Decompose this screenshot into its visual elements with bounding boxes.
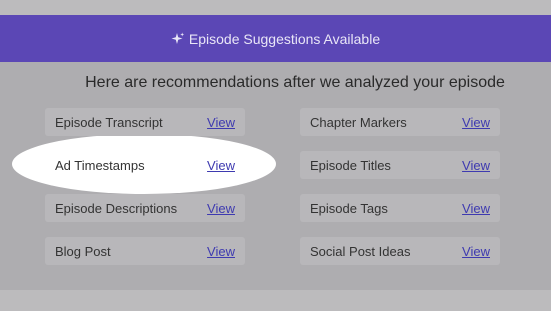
suggestion-card-social-post-ideas: Social Post Ideas View [300, 237, 500, 265]
view-link[interactable]: View [462, 244, 490, 259]
suggestion-label: Ad Timestamps [55, 157, 145, 173]
view-link[interactable]: View [462, 201, 490, 216]
suggestions-banner: Episode Suggestions Available [0, 15, 551, 62]
suggestion-label: Episode Tags [310, 200, 388, 216]
suggestion-card-ad-timestamps: Ad Timestamps View [45, 151, 245, 179]
suggestion-card-episode-descriptions: Episode Descriptions View [45, 194, 245, 222]
view-link[interactable]: View [207, 201, 235, 216]
view-link[interactable]: View [462, 115, 490, 130]
suggestion-label: Chapter Markers [310, 114, 407, 130]
suggestion-label: Social Post Ideas [310, 243, 411, 259]
suggestion-label: Episode Descriptions [55, 200, 178, 216]
suggestion-label: Episode Transcript [55, 114, 163, 130]
suggestion-label: Blog Post [55, 243, 111, 259]
suggestion-label: Episode Titles [310, 157, 391, 173]
view-link[interactable]: View [207, 115, 235, 130]
panel-subtitle: Here are recommendations after we analyz… [85, 74, 505, 91]
suggestion-card-blog-post: Blog Post View [45, 237, 245, 265]
suggestion-card-episode-titles: Episode Titles View [300, 151, 500, 179]
suggestion-card-episode-transcript: Episode Transcript View [45, 108, 245, 136]
view-link[interactable]: View [462, 158, 490, 173]
suggestion-card-chapter-markers: Chapter Markers View [300, 108, 500, 136]
footer-strip [0, 290, 551, 311]
view-link[interactable]: View [207, 158, 235, 173]
banner-title: Episode Suggestions Available [188, 30, 381, 47]
view-link[interactable]: View [207, 244, 235, 259]
sparkle-icon [171, 32, 185, 46]
suggestion-card-episode-tags: Episode Tags View [300, 194, 500, 222]
